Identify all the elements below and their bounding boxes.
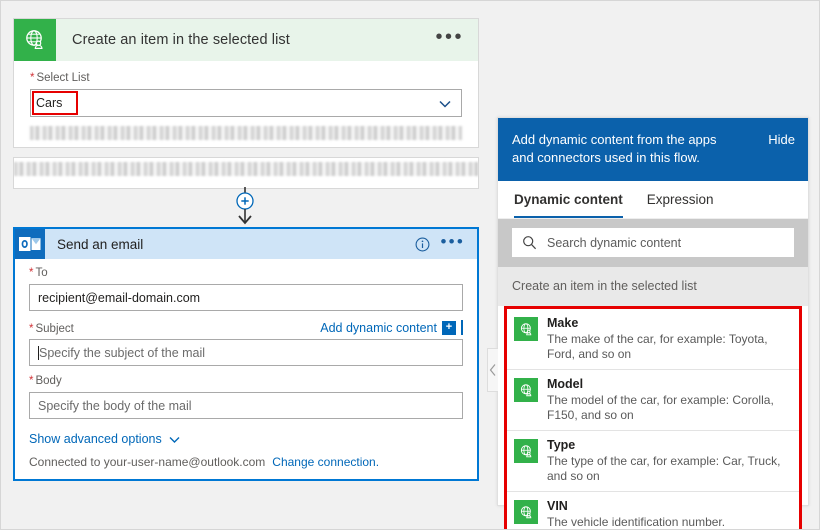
list-item[interactable]: Type The type of the car, for example: C…	[507, 431, 799, 492]
list-item[interactable]: Make The make of the car, for example: T…	[507, 309, 799, 370]
list-item-name: Make	[547, 316, 791, 331]
required-asterisk: *	[29, 323, 33, 335]
dynamic-content-banner-text: Add dynamic content from the apps and co…	[512, 131, 727, 167]
hide-panel-button[interactable]: Hide	[768, 131, 795, 167]
sharepoint-card-menu-button[interactable]: •••	[435, 32, 478, 49]
list-item-name: Model	[547, 377, 791, 392]
globe-person-icon	[514, 317, 538, 341]
tab-expression[interactable]: Expression	[647, 192, 714, 218]
redacted-row	[30, 126, 462, 140]
dynamic-content-list: Make The make of the car, for example: T…	[504, 306, 802, 530]
panel-collapse-button[interactable]	[487, 348, 498, 392]
select-list-label: *Select List	[30, 72, 462, 84]
chevron-down-icon[interactable]	[438, 97, 452, 111]
sharepoint-card-body: *Select List Cars	[14, 61, 478, 147]
outlook-action-card[interactable]: Send an email ••• *To recipient@email-do…	[13, 227, 479, 481]
globe-person-icon	[514, 378, 538, 402]
globe-person-icon	[514, 439, 538, 463]
list-item-description: The model of the car, for example: Corol…	[547, 393, 791, 423]
show-advanced-options-label: Show advanced options	[29, 432, 162, 446]
sharepoint-action-card[interactable]: Create an item in the selected list ••• …	[13, 18, 479, 148]
text-cursor-indicator	[461, 320, 463, 335]
dynamic-content-tabs: Dynamic content Expression	[498, 181, 808, 219]
list-item-name: Type	[547, 438, 791, 453]
to-field-label: *To	[29, 267, 463, 279]
plus-icon[interactable]: +	[442, 321, 456, 335]
dynamic-content-panel: Add dynamic content from the apps and co…	[497, 117, 809, 506]
sharepoint-card-header[interactable]: Create an item in the selected list •••	[14, 19, 478, 61]
to-label-text: To	[35, 267, 47, 279]
required-asterisk: *	[29, 375, 33, 387]
search-icon	[522, 235, 537, 250]
list-item-description: The make of the car, for example: Toyota…	[547, 332, 791, 362]
required-asterisk: *	[30, 72, 34, 84]
chevron-left-icon	[489, 363, 497, 377]
body-label-text: Body	[35, 375, 61, 387]
required-asterisk: *	[29, 267, 33, 279]
add-dynamic-content-button[interactable]: Add dynamic content +	[320, 320, 463, 335]
outlook-card-body: *To recipient@email-domain.com *Subject …	[15, 259, 477, 479]
subject-input-placeholder: Specify the subject of the mail	[39, 346, 205, 360]
search-input-placeholder: Search dynamic content	[547, 236, 681, 250]
change-connection-link[interactable]: Change connection.	[272, 455, 379, 469]
tab-dynamic-content[interactable]: Dynamic content	[514, 192, 623, 218]
to-input[interactable]: recipient@email-domain.com	[29, 284, 463, 311]
redacted-action-card	[13, 157, 479, 189]
chevron-down-icon	[168, 433, 181, 446]
dynamic-content-banner: Add dynamic content from the apps and co…	[498, 118, 808, 181]
connection-status-text: Connected to your-user-name@outlook.com	[29, 455, 265, 469]
subject-label-text: Subject	[35, 323, 73, 335]
list-item-description: The type of the car, for example: Car, T…	[547, 454, 791, 484]
globe-person-icon	[14, 19, 56, 61]
screenshot-root: Create an item in the selected list ••• …	[0, 0, 820, 530]
sharepoint-card-title: Create an item in the selected list	[56, 32, 435, 48]
list-item[interactable]: Model The model of the car, for example:…	[507, 370, 799, 431]
subject-label-row: *Subject Add dynamic content +	[29, 320, 463, 335]
info-icon[interactable]	[415, 237, 430, 252]
outlook-card-header[interactable]: Send an email •••	[15, 229, 477, 259]
outlook-card-title: Send an email	[45, 237, 415, 252]
subject-input[interactable]: Specify the subject of the mail	[29, 339, 463, 366]
dynamic-content-group-header: Create an item in the selected list	[498, 267, 808, 306]
redacted-row	[14, 162, 478, 176]
add-dynamic-content-label: Add dynamic content	[320, 321, 437, 335]
add-step-connector[interactable]	[229, 187, 261, 231]
search-input[interactable]: Search dynamic content	[512, 228, 794, 257]
body-input[interactable]: Specify the body of the mail	[29, 392, 463, 419]
connection-status: Connected to your-user-name@outlook.com C…	[29, 455, 463, 469]
globe-person-icon	[514, 500, 538, 524]
subject-field-label: *Subject	[29, 323, 74, 335]
list-item[interactable]: VIN The vehicle identification number.	[507, 492, 799, 530]
list-item-name: VIN	[547, 499, 725, 514]
flow-designer-canvas: Create an item in the selected list ••• …	[1, 1, 496, 530]
dynamic-content-search-area: Search dynamic content	[498, 219, 808, 267]
select-list-combobox[interactable]: Cars	[30, 89, 462, 117]
body-field-label: *Body	[29, 375, 463, 387]
select-list-value: Cars	[31, 96, 62, 110]
outlook-card-menu-button[interactable]: •••	[441, 237, 477, 252]
outlook-icon	[15, 229, 45, 259]
select-list-label-text: Select List	[36, 72, 89, 84]
redacted-content-area	[30, 126, 462, 147]
list-item-description: The vehicle identification number.	[547, 515, 725, 530]
show-advanced-options-button[interactable]: Show advanced options	[29, 432, 463, 446]
